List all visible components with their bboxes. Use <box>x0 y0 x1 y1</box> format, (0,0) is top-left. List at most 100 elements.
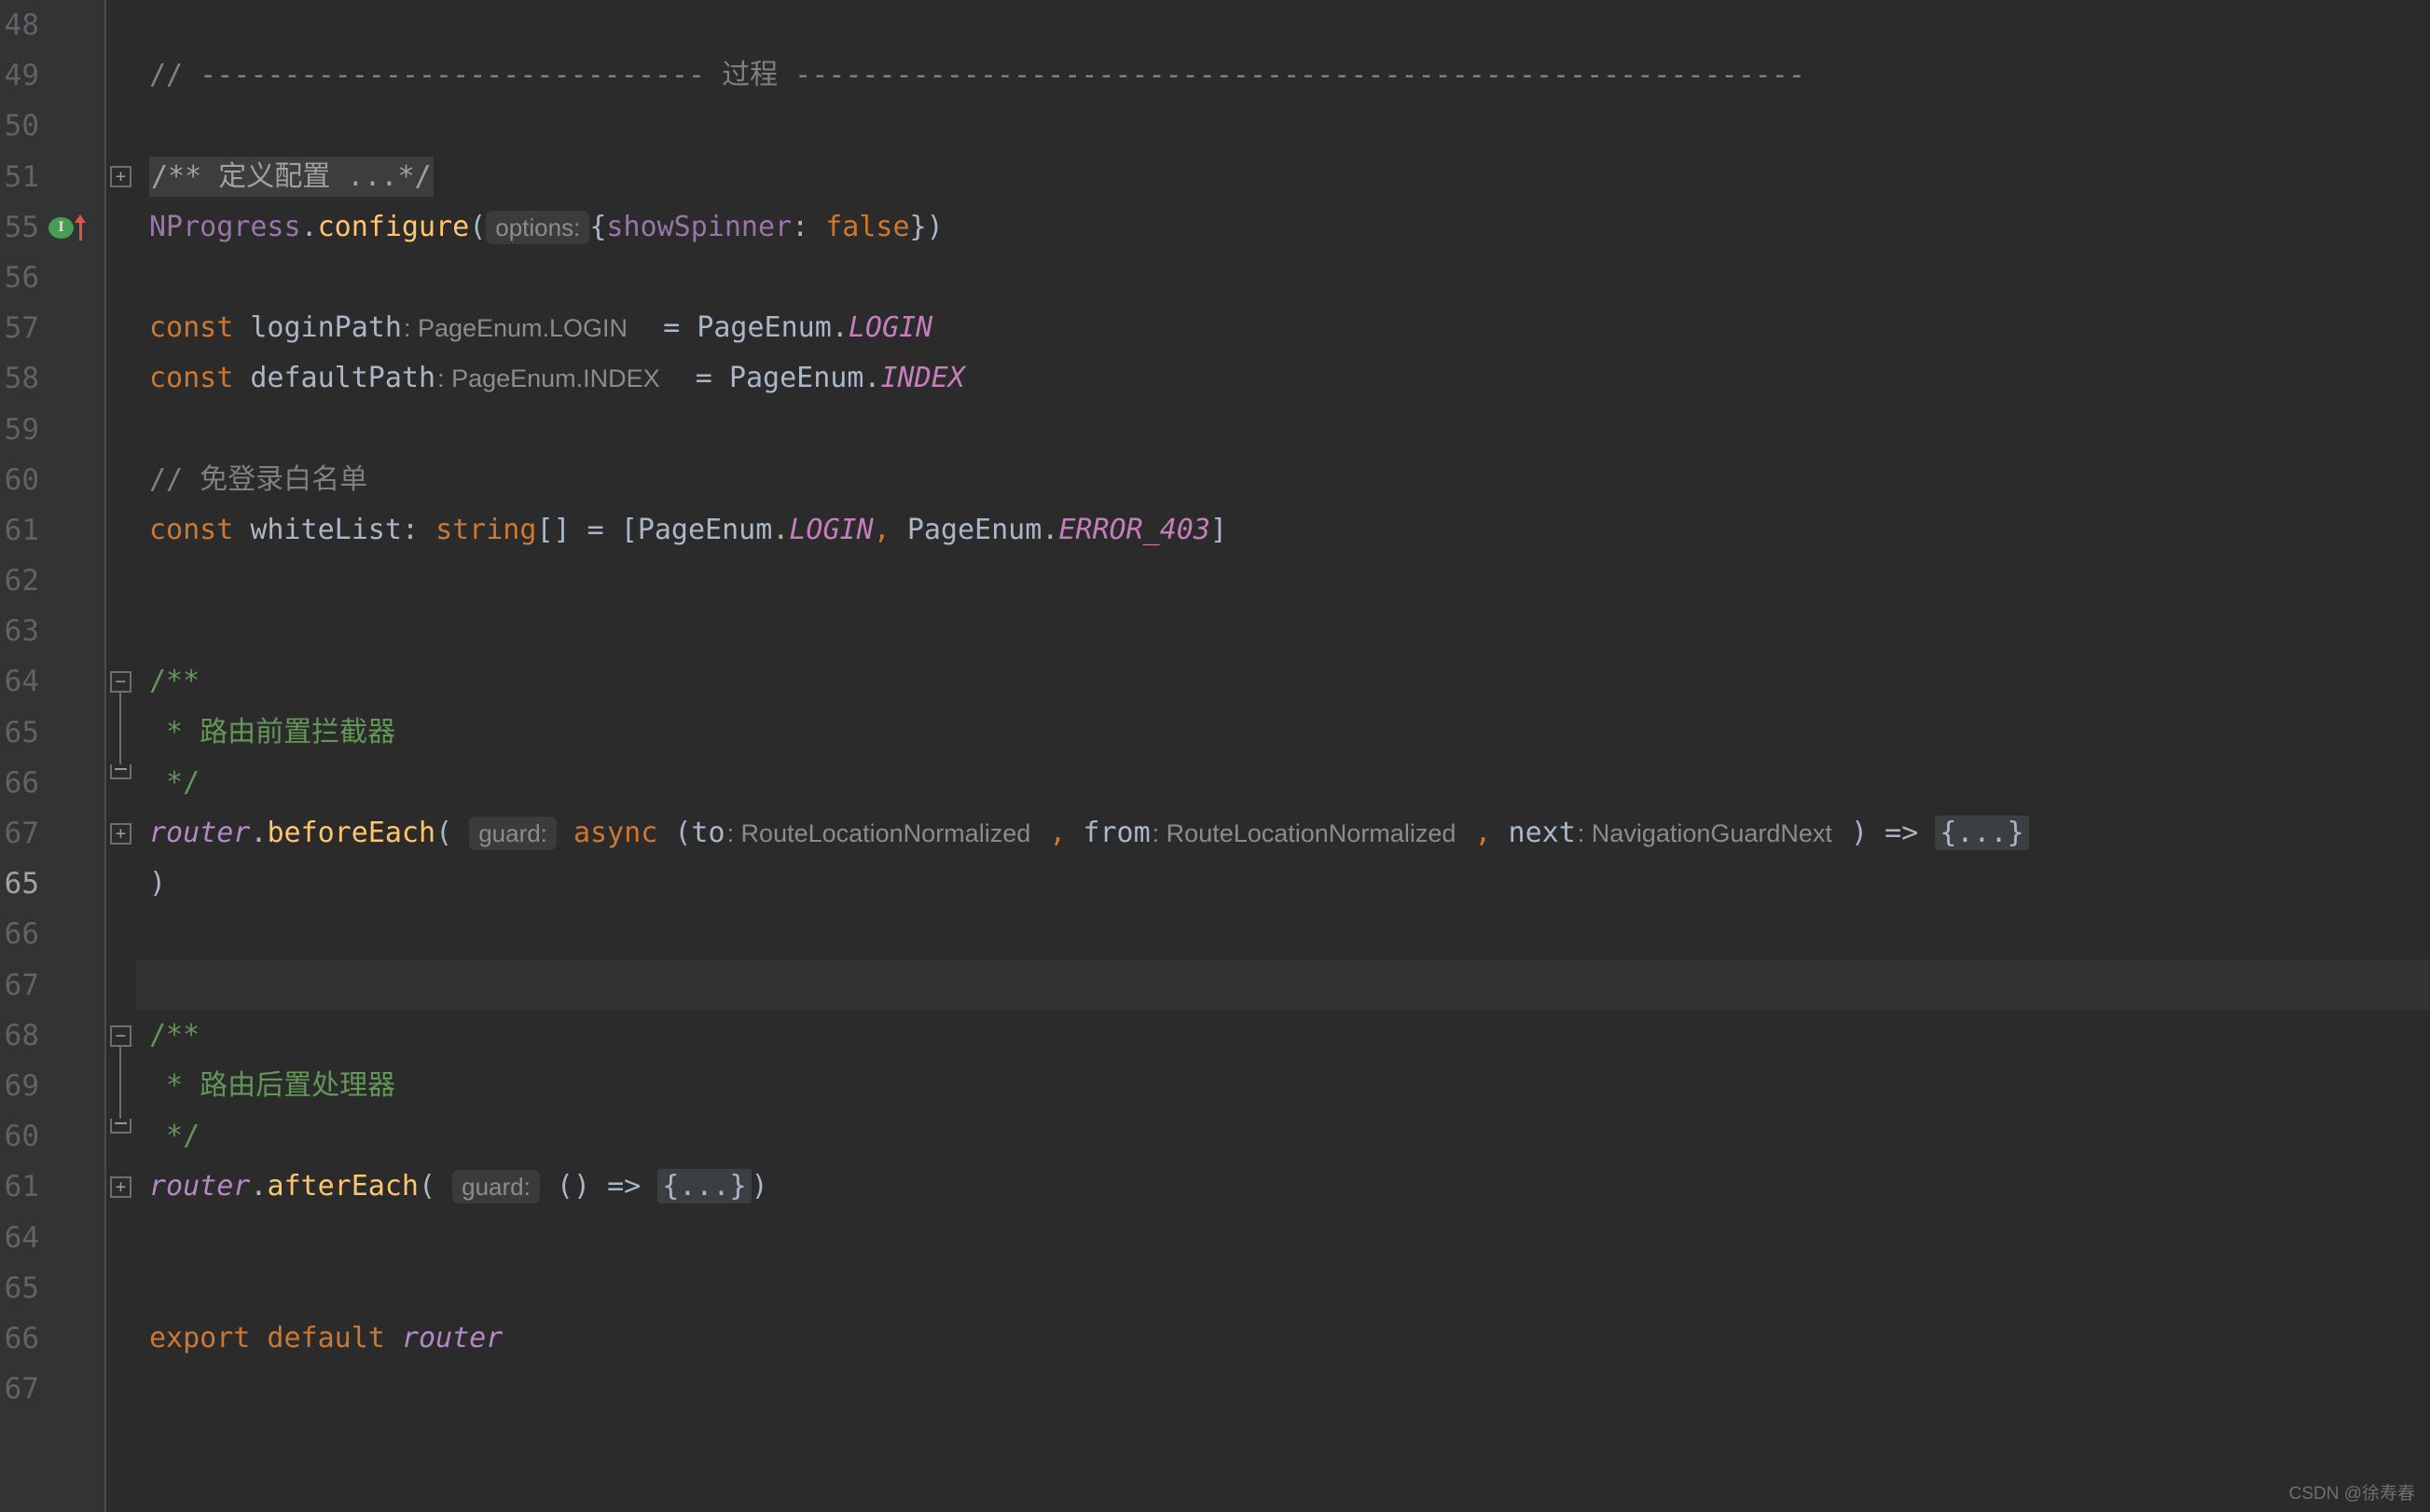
code-line[interactable] <box>136 1364 2430 1414</box>
pageenum-login-member: LOGIN <box>789 513 874 546</box>
defaultpath-identifier: defaultPath <box>250 362 436 395</box>
nprogress-object: NProgress <box>149 210 301 243</box>
pageenum-prefix: PageEnum. <box>728 362 881 395</box>
line-number: 68 <box>4 1018 39 1052</box>
pageenum-prefix: PageEnum. <box>906 513 1059 546</box>
line-number: 69 <box>4 1068 39 1103</box>
pageenum-error403-member: ERROR_403 <box>1058 513 1210 546</box>
doc-comment-close: */ <box>149 765 200 799</box>
equals-token: = <box>629 311 697 345</box>
doc-comment-text-after-each: * 路由后置处理器 <box>149 1068 396 1102</box>
fold-end-icon[interactable] <box>110 1119 131 1134</box>
paren-open: ( <box>674 817 692 849</box>
export-default-keyword: export default <box>149 1321 385 1354</box>
doc-comment-open: /** <box>149 1018 200 1052</box>
code-line[interactable] <box>136 101 2430 151</box>
line-number: 49 <box>4 59 39 93</box>
pageenum-prefix: PageEnum. <box>697 311 849 345</box>
param-from: from <box>1083 817 1151 849</box>
code-content-area[interactable]: // ------------------------------ 过程 ---… <box>136 0 2430 1512</box>
code-line[interactable] <box>136 909 2430 959</box>
line-number: 64 <box>4 665 39 699</box>
param-hint-guard: guard: <box>452 1170 540 1204</box>
fold-collapse-icon[interactable]: − <box>110 1025 131 1047</box>
code-line[interactable] <box>136 1213 2430 1263</box>
code-folding-strip[interactable]: + − + − + <box>104 0 136 1512</box>
code-line-nprogress-configure[interactable]: NProgress.configure(options: {showSpinner… <box>136 202 2430 253</box>
line-number: 65 <box>4 715 39 749</box>
code-line-doc-body[interactable]: * 路由前置拦截器 <box>136 708 2430 758</box>
empty-params: () <box>539 1170 608 1203</box>
fold-collapse-icon[interactable]: − <box>110 671 131 693</box>
code-line-before-each[interactable]: router.beforeEach( guard: async (to: Rou… <box>136 808 2430 859</box>
bracket-close: ] <box>1209 513 1227 546</box>
comma-token: , <box>873 513 907 546</box>
code-editor[interactable]: 48 49 50 51 55 56 57 58 59 60 61 62 63 6… <box>0 0 2430 1512</box>
loginpath-identifier: loginPath <box>250 311 402 345</box>
comma-token: , <box>1032 817 1084 849</box>
comment-dashes-right: ----------------------------------------… <box>794 59 1805 92</box>
folded-function-body[interactable]: {...} <box>657 1169 752 1204</box>
run-gutter-marker[interactable]: I <box>48 202 101 253</box>
code-line-doc-close[interactable]: */ <box>136 758 2430 808</box>
param-to: to <box>691 817 725 849</box>
doc-comment-text-before-each: * 路由前置拦截器 <box>149 715 396 749</box>
code-line[interactable] <box>136 0 2430 50</box>
line-number: 65 <box>4 1271 39 1305</box>
code-line-doc-close[interactable]: */ <box>136 1111 2430 1161</box>
fold-region-line <box>119 693 121 764</box>
code-line-loginpath[interactable]: const loginPath: PageEnum.LOGIN = PageEn… <box>136 303 2430 353</box>
folded-function-body[interactable]: {...} <box>1935 816 2029 850</box>
code-line-doc-open[interactable]: /** <box>136 656 2430 707</box>
editor-gutter[interactable]: 48 49 50 51 55 56 57 58 59 60 61 62 63 6… <box>0 0 104 1512</box>
override-arrow-icon[interactable] <box>74 214 89 241</box>
fold-end-icon[interactable] <box>110 764 131 779</box>
brace-paren-close: }) <box>909 210 944 243</box>
router-export-value: router <box>401 1321 504 1354</box>
watermark: CSDN @徐寿春 <box>2288 1484 2415 1504</box>
dot-token: . <box>300 210 318 243</box>
arrow-token: => <box>607 1170 658 1203</box>
colon-token: : <box>401 513 436 546</box>
code-line-defaultpath[interactable]: const defaultPath: PageEnum.INDEX = Page… <box>136 353 2430 404</box>
code-line[interactable] <box>136 1263 2430 1313</box>
array-brackets: [] <box>536 513 587 546</box>
code-line-whitelist[interactable]: const whiteList: string[] = [PageEnum.LO… <box>136 505 2430 556</box>
line-number: 67 <box>4 817 39 850</box>
code-line[interactable] <box>136 606 2430 656</box>
paren-close: ) <box>1833 817 1885 849</box>
comment-dashes-left: ------------------------------ <box>200 59 706 92</box>
code-line-current[interactable] <box>136 959 2430 1010</box>
fold-expand-icon[interactable]: + <box>110 823 131 845</box>
whitelist-comment: // 免登录白名单 <box>149 462 368 496</box>
doc-comment-close: */ <box>149 1120 200 1153</box>
code-line-export[interactable]: export default router <box>136 1313 2430 1364</box>
code-line-whitelist-comment[interactable]: // 免登录白名单 <box>136 455 2430 505</box>
run-gutter-icon[interactable]: I <box>48 216 74 239</box>
param-next: next <box>1508 817 1576 849</box>
code-line-doc-body[interactable]: * 路由后置处理器 <box>136 1061 2430 1111</box>
fold-expand-icon[interactable]: + <box>110 1176 131 1198</box>
line-number: 56 <box>4 260 39 295</box>
code-line[interactable] <box>136 253 2430 303</box>
pageenum-login-member: LOGIN <box>848 311 933 345</box>
line-number: 48 <box>4 8 39 42</box>
const-keyword: const <box>149 513 234 546</box>
code-line[interactable] <box>136 556 2430 606</box>
line-number: 50 <box>4 109 39 144</box>
code-line-section-divider[interactable]: // ------------------------------ 过程 ---… <box>136 50 2430 101</box>
folded-doc-comment[interactable]: /** 定义配置 ...*/ <box>149 156 434 197</box>
line-number: 67 <box>4 1372 39 1407</box>
code-line-before-each-close[interactable]: ) <box>136 859 2430 909</box>
paren-close-token: ) <box>751 1170 768 1203</box>
fold-expand-icon[interactable]: + <box>110 166 131 187</box>
code-line-folded-doc[interactable]: /** 定义配置 ...*/ <box>136 152 2430 202</box>
after-each-method: afterEach <box>267 1170 419 1203</box>
code-line-after-each[interactable]: router.afterEach( guard: () => {...}) <box>136 1161 2430 1212</box>
whitelist-identifier: whiteList <box>250 513 402 546</box>
code-line-doc-open[interactable]: /** <box>136 1010 2430 1061</box>
type-hint-from: : RouteLocationNormalized <box>1152 819 1457 847</box>
router-object: router <box>149 1170 251 1203</box>
router-object: router <box>149 817 251 849</box>
code-line[interactable] <box>136 405 2430 455</box>
